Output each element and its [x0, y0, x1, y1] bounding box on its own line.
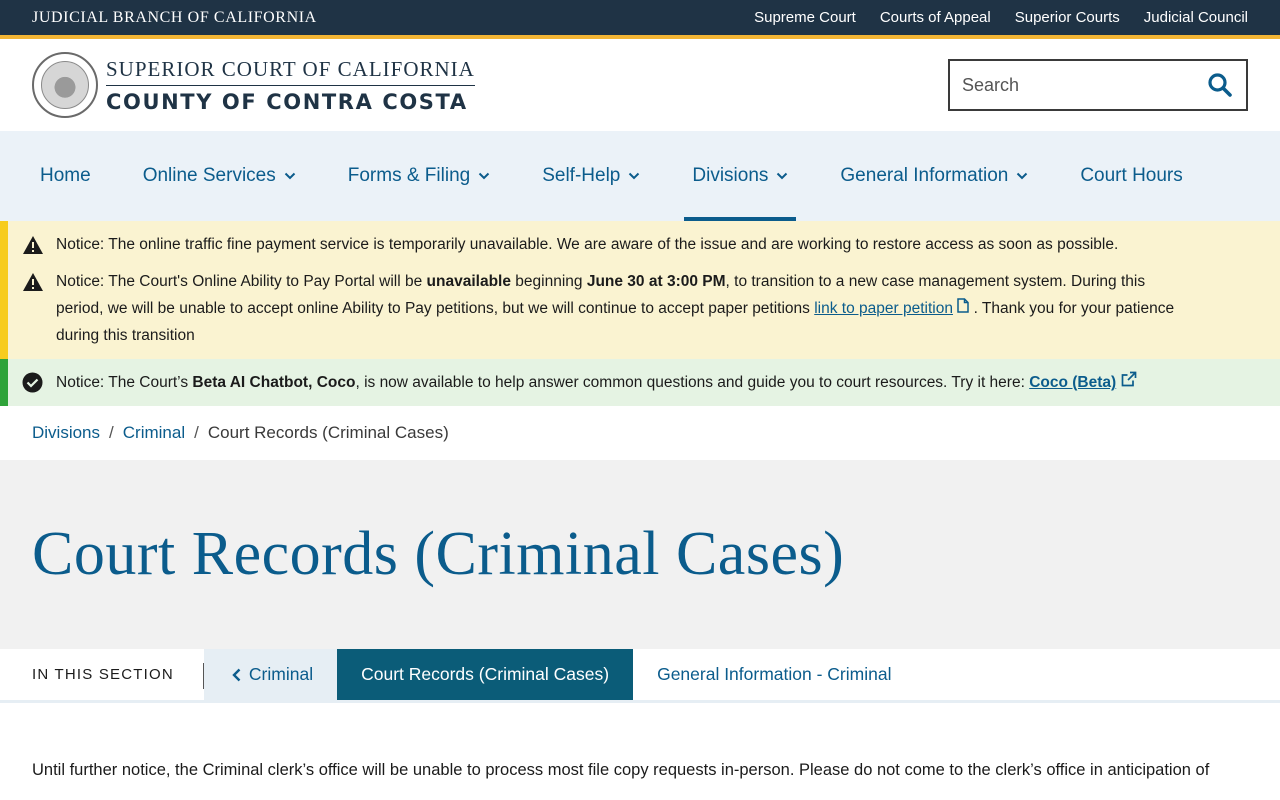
nav-divisions[interactable]: Divisions [684, 131, 797, 221]
nav-self-help-label: Self-Help [542, 165, 621, 186]
chevron-down-icon [628, 172, 640, 180]
breadcrumb-separator: / [194, 423, 199, 442]
section-back-criminal[interactable]: Criminal [203, 649, 338, 700]
court-name-line1: SUPERIOR COURT OF CALIFORNIA [106, 57, 475, 86]
notice-chatbot-text: Notice: The Court’s Beta AI Chatbot, Coc… [56, 369, 1137, 396]
nav-online-services[interactable]: Online Services [135, 131, 304, 221]
notice-traffic-fine-text: Notice: The online traffic fine payment … [56, 236, 1119, 253]
section-tab-general-information[interactable]: General Information - Criminal [633, 649, 915, 700]
chevron-down-icon [776, 172, 788, 180]
notice-ability-to-pay: Notice: The Court's Online Ability to Pa… [22, 268, 1280, 349]
nav-general-information-label: General Information [840, 165, 1009, 186]
section-back-label: Criminal [248, 664, 314, 684]
breadcrumb: Divisions / Criminal / Court Records (Cr… [0, 406, 1280, 460]
nav-self-help[interactable]: Self-Help [534, 131, 648, 221]
link-superior-courts[interactable]: Superior Courts [1015, 9, 1120, 26]
search-icon[interactable] [1206, 71, 1234, 99]
chatbot-notice: Notice: The Court’s Beta AI Chatbot, Coc… [0, 359, 1280, 406]
coco-beta-link[interactable]: Coco (Beta) [1029, 374, 1116, 391]
notice-ability-to-pay-text: Notice: The Court's Online Ability to Pa… [56, 273, 1175, 344]
breadcrumb-current: Court Records (Criminal Cases) [207, 423, 449, 442]
breadcrumb-criminal[interactable]: Criminal [123, 423, 185, 443]
link-courts-of-appeal[interactable]: Courts of Appeal [880, 9, 991, 26]
search-box [948, 59, 1248, 111]
nav-divisions-label: Divisions [692, 165, 769, 186]
content-paragraph: Until further notice, the Criminal clerk… [32, 761, 1210, 779]
top-links: Supreme Court Courts of Appeal Superior … [754, 9, 1248, 26]
court-logo[interactable]: SUPERIOR COURT OF CALIFORNIA COUNTY OF C… [32, 52, 475, 118]
nav-forms-filing-label: Forms & Filing [347, 165, 471, 186]
page-title: Court Records (Criminal Cases) [32, 520, 845, 588]
court-name-line2: COUNTY OF CONTRA COSTA [106, 89, 468, 114]
main-navigation: Home Online Services Forms & Filing Self… [0, 131, 1280, 221]
court-seal-icon [32, 52, 98, 118]
warning-triangle-icon [22, 231, 44, 258]
breadcrumb-divisions[interactable]: Divisions [32, 423, 100, 443]
main-content: Until further notice, the Criminal clerk… [0, 703, 1280, 785]
check-circle-icon [22, 369, 44, 396]
chevron-left-icon [232, 668, 241, 682]
nav-court-hours[interactable]: Court Hours [1072, 131, 1190, 221]
section-tab-court-records[interactable]: Court Records (Criminal Cases) [337, 649, 634, 700]
warning-notices: Notice: The online traffic fine payment … [0, 221, 1280, 359]
judicial-branch-title: JUDICIAL BRANCH OF CALIFORNIA [32, 8, 317, 26]
court-name: SUPERIOR COURT OF CALIFORNIA COUNTY OF C… [106, 57, 475, 114]
warning-triangle-icon [22, 268, 44, 295]
nav-home[interactable]: Home [32, 131, 99, 221]
nav-court-hours-label: Court Hours [1080, 165, 1183, 186]
paper-petition-link[interactable]: link to paper petition [814, 300, 953, 317]
notice-chatbot: Notice: The Court’s Beta AI Chatbot, Coc… [22, 369, 1280, 396]
nav-online-services-label: Online Services [142, 165, 276, 186]
breadcrumb-separator: / [109, 423, 114, 442]
nav-general-information[interactable]: General Information [832, 131, 1036, 221]
top-utility-bar: JUDICIAL BRANCH OF CALIFORNIA Supreme Co… [0, 0, 1280, 35]
page-hero: Court Records (Criminal Cases) [0, 460, 1280, 649]
nav-forms-filing[interactable]: Forms & Filing [340, 131, 498, 221]
notice-traffic-fine: Notice: The online traffic fine payment … [22, 231, 1280, 258]
external-link-icon [1121, 371, 1137, 391]
document-icon [957, 298, 970, 317]
section-navigation: IN THIS SECTION Criminal Court Records (… [0, 649, 1280, 703]
chevron-down-icon [284, 172, 296, 180]
nav-home-label: Home [40, 165, 91, 186]
site-header: SUPERIOR COURT OF CALIFORNIA COUNTY OF C… [0, 39, 1280, 131]
chevron-down-icon [478, 172, 490, 180]
section-label: IN THIS SECTION [0, 649, 204, 700]
link-supreme-court[interactable]: Supreme Court [754, 9, 856, 26]
link-judicial-council[interactable]: Judicial Council [1144, 9, 1248, 26]
chevron-down-icon [1016, 172, 1028, 180]
search-input[interactable] [962, 74, 1182, 96]
